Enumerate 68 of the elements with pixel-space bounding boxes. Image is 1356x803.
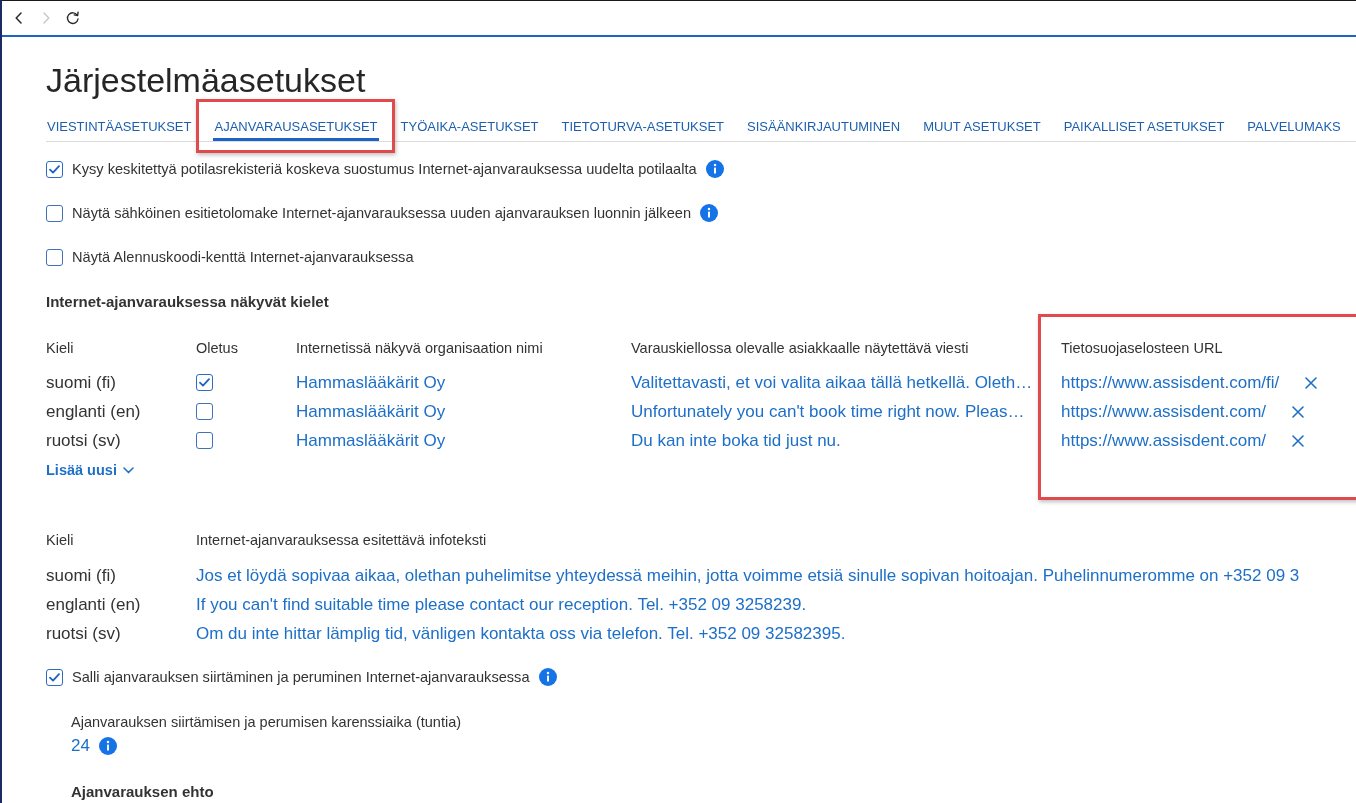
chevron-down-icon	[122, 466, 134, 474]
url-link[interactable]: https://www.assisdent.com/	[1061, 400, 1267, 423]
tab[interactable]: VIESTINTÄASETUKSET	[46, 118, 193, 141]
checkbox[interactable]	[196, 403, 213, 420]
table-cell: englanti (en)	[46, 400, 141, 423]
table-link[interactable]: If you can't find suitable time please contact our reception. Tel. +352 09 3258239.	[196, 593, 807, 616]
table-link[interactable]: Valitettavasti, et voi valita aikaa tällä hetkellä. Oleth…	[631, 371, 1033, 394]
remove-button[interactable]	[1292, 434, 1305, 447]
table-link[interactable]: Unfortunately you can't book time right now. Pleas…	[631, 400, 1025, 423]
info-icon[interactable]	[538, 668, 557, 686]
chevron-right-icon	[42, 12, 50, 24]
table-cell: englanti (en)	[46, 593, 141, 616]
remove-button[interactable]	[1292, 405, 1305, 418]
column-header: Varauskiellossa olevalle asiakkaalle näytettävä viesti	[631, 339, 970, 358]
column-header: Internet-ajanvarauksessa esitettävä infoteksti	[196, 531, 488, 550]
section-heading: Ajanvarauksen ehto	[70, 782, 215, 802]
table-link[interactable]: Hammaslääkärit Oy	[296, 400, 446, 423]
hours-value[interactable]: 24	[71, 735, 90, 757]
info-icon[interactable]	[700, 204, 718, 222]
add-new-button[interactable]: Lisää uusi	[46, 460, 134, 480]
chevron-left-icon	[15, 12, 23, 24]
info-icon[interactable]	[98, 737, 117, 755]
table-cell: suomi (fi)	[46, 564, 116, 587]
table-link[interactable]: Du kan inte boka tid just nu.	[631, 429, 841, 452]
close-icon	[1292, 405, 1305, 418]
column-header: Oletus	[196, 339, 239, 358]
table-cell: ruotsi (sv)	[46, 429, 121, 452]
checkbox[interactable]	[196, 432, 213, 449]
column-header: Kieli	[46, 531, 75, 550]
column-header: Tietosuojaselosteen URL	[1061, 339, 1224, 358]
reload-icon	[66, 11, 80, 25]
checkbox[interactable]	[46, 204, 63, 222]
option-label: Näytä sähköinen esitietolomake Internet-ajanvarauksessa uuden ajanvarauksen luonnin jälkeen	[72, 204, 691, 223]
tab[interactable]: MUUT ASETUKSET	[922, 118, 1042, 141]
table-cell: suomi (fi)	[46, 371, 116, 394]
tab[interactable]: TYÖAIKA-ASETUKSET	[399, 118, 540, 141]
column-header: Kieli	[46, 339, 75, 358]
page-title: Järjestelmäasetukset	[46, 60, 367, 100]
remove-button[interactable]	[1305, 376, 1318, 389]
close-icon	[1292, 434, 1305, 447]
section-heading: Internet-ajanvarauksessa näkyvät kielet	[46, 292, 330, 312]
option-label: Näytä Alennuskoodi-kenttä Internet-ajanvarauksessa	[72, 248, 414, 267]
tab[interactable]: PALVELUMAKS	[1246, 118, 1342, 141]
url-link[interactable]: https://www.assisdent.com/	[1061, 429, 1267, 452]
column-header: Internetissä näkyvä organisaation nimi	[296, 339, 544, 358]
checkbox[interactable]	[196, 374, 213, 391]
checkbox[interactable]	[46, 160, 63, 178]
checkmark-icon	[49, 164, 60, 174]
tab[interactable]: SISÄÄNKIRJAUTUMINEN	[746, 118, 902, 141]
reload-button[interactable]	[64, 9, 82, 27]
table-cell: ruotsi (sv)	[46, 622, 121, 645]
table-link[interactable]: Jos et löydä sopivaa aikaa, olethan puhelimitse yhteydessä meihin, jotta voimme etsiä sinulle sopivan hoitoajan. Puhelinnumeromme on +352 09 3	[196, 564, 1300, 587]
info-icon[interactable]	[705, 160, 724, 178]
option-label: Salli ajanvarauksen siirtäminen ja peruminen Internet-ajanvarauksessa	[72, 668, 530, 687]
checkmark-icon	[49, 672, 60, 682]
url-link[interactable]: https://www.assisdent.com/fi/	[1061, 371, 1280, 394]
table-link[interactable]: Hammaslääkärit Oy	[296, 429, 446, 452]
option-label: Kysy keskitettyä potilasrekisteriä koskeva suostumus Internet-ajanvarauksessa uudelta potilaalta	[72, 160, 697, 179]
table-link[interactable]: Hammaslääkärit Oy	[296, 371, 446, 394]
field-label: Ajanvarauksen siirtämisen ja perumisen karenssiaika (tuntia)	[71, 713, 463, 732]
close-icon	[1305, 376, 1318, 389]
tab[interactable]: AJANVARAUSASETUKSET	[213, 118, 379, 141]
checkbox[interactable]	[46, 668, 63, 686]
table-link[interactable]: Om du inte hittar lämplig tid, vänligen kontakta oss via telefon. Tel. +352 09 32582395.	[196, 622, 846, 645]
checkmark-icon	[199, 378, 210, 387]
checkbox[interactable]	[46, 248, 63, 266]
tab[interactable]: TIETOTURVA-ASETUKSET	[560, 118, 726, 141]
tab[interactable]: PAIKALLISET ASETUKSET	[1062, 118, 1226, 141]
